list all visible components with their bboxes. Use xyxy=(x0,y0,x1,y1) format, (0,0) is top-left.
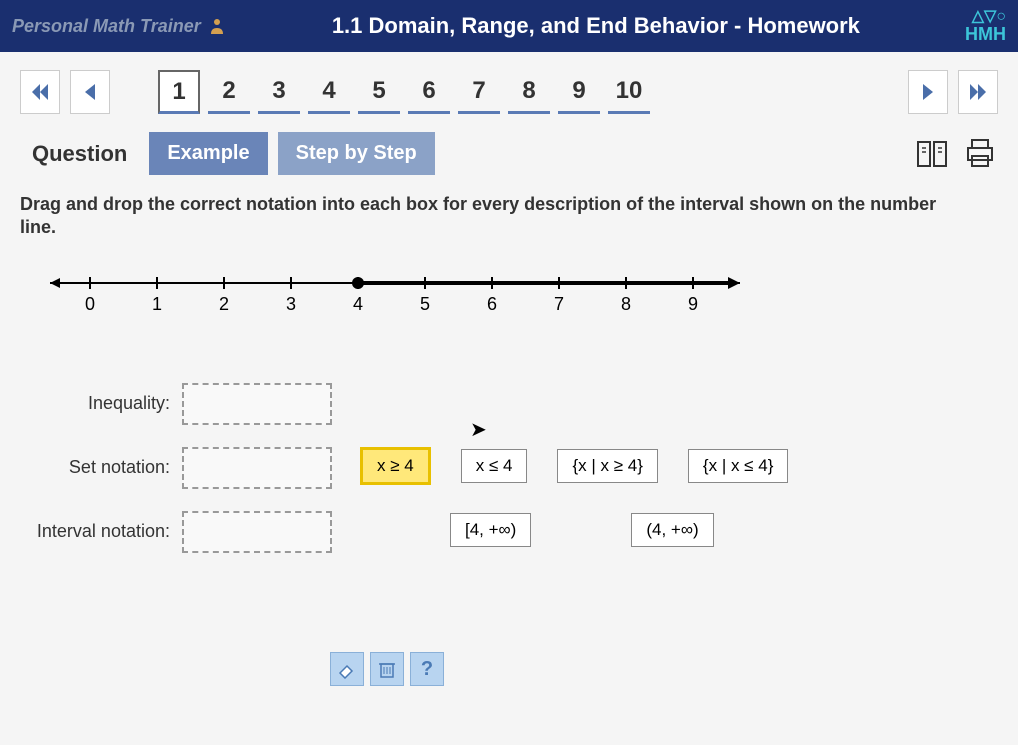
svg-text:3: 3 xyxy=(286,294,296,314)
drag-closed-4-inf[interactable]: [4, +∞) xyxy=(450,513,531,547)
inequality-label: Inequality: xyxy=(20,393,170,414)
number-line: 0 1 2 3 4 5 6 7 8 9 xyxy=(40,258,760,328)
tab-question[interactable]: Question xyxy=(20,133,139,175)
book-icon[interactable] xyxy=(914,136,950,172)
svg-text:9: 9 xyxy=(688,294,698,314)
set-notation-label: Set notation: xyxy=(20,457,170,478)
page-numbers: 1 2 3 4 5 6 7 8 9 10 xyxy=(158,70,898,114)
prev-page-button[interactable] xyxy=(70,70,110,114)
hmh-logo: △▽○ HMH xyxy=(965,9,1006,43)
set-notation-dropzone[interactable] xyxy=(182,447,332,489)
eraser-button[interactable] xyxy=(330,652,364,686)
page-3[interactable]: 3 xyxy=(258,70,300,114)
page-6[interactable]: 6 xyxy=(408,70,450,114)
svg-text:5: 5 xyxy=(420,294,430,314)
next-page-button[interactable] xyxy=(908,70,948,114)
interval-notation-label: Interval notation: xyxy=(20,521,170,542)
svg-text:6: 6 xyxy=(487,294,497,314)
svg-text:1: 1 xyxy=(152,294,162,314)
inequality-dropzone[interactable] xyxy=(182,383,332,425)
page-2[interactable]: 2 xyxy=(208,70,250,114)
tab-example[interactable]: Example xyxy=(149,132,267,175)
drag-source: x ≥ 4 x ≤ 4 {x | x ≥ 4} {x | x ≤ 4} [4, … xyxy=(360,447,788,547)
page-8[interactable]: 8 xyxy=(508,70,550,114)
page-10[interactable]: 10 xyxy=(608,70,650,114)
tabs: Question Example Step by Step xyxy=(20,132,998,175)
app-header: Personal Math Trainer 1.1 Domain, Range,… xyxy=(0,0,1018,52)
svg-text:7: 7 xyxy=(554,294,564,314)
drag-set-x-ge-4[interactable]: {x | x ≥ 4} xyxy=(557,449,657,483)
svg-text:0: 0 xyxy=(85,294,95,314)
content-area: 1 2 3 4 5 6 7 8 9 10 Question Example St… xyxy=(0,52,1018,745)
drag-x-le-4[interactable]: x ≤ 4 xyxy=(461,449,528,483)
page-title: 1.1 Domain, Range, and End Behavior - Ho… xyxy=(227,13,965,39)
svg-text:4: 4 xyxy=(353,294,363,314)
page-7[interactable]: 7 xyxy=(458,70,500,114)
person-icon xyxy=(207,16,227,36)
instruction-text: Drag and drop the correct notation into … xyxy=(20,193,940,240)
page-5[interactable]: 5 xyxy=(358,70,400,114)
page-4[interactable]: 4 xyxy=(308,70,350,114)
drag-x-ge-4[interactable]: x ≥ 4 xyxy=(360,447,431,485)
interval-notation-dropzone[interactable] xyxy=(182,511,332,553)
last-page-button[interactable] xyxy=(958,70,998,114)
drag-set-x-le-4[interactable]: {x | x ≤ 4} xyxy=(688,449,788,483)
page-nav: 1 2 3 4 5 6 7 8 9 10 xyxy=(20,70,998,114)
first-page-button[interactable] xyxy=(20,70,60,114)
help-button[interactable]: ? xyxy=(410,652,444,686)
svg-text:2: 2 xyxy=(219,294,229,314)
trash-button[interactable] xyxy=(370,652,404,686)
tab-step-by-step[interactable]: Step by Step xyxy=(278,132,435,175)
print-icon[interactable] xyxy=(962,136,998,172)
page-9[interactable]: 9 xyxy=(558,70,600,114)
page-1[interactable]: 1 xyxy=(158,70,200,114)
brand-label: Personal Math Trainer xyxy=(12,16,227,37)
drag-open-4-inf[interactable]: (4, +∞) xyxy=(631,513,713,547)
toolbar: ? xyxy=(330,652,444,686)
svg-text:8: 8 xyxy=(621,294,631,314)
